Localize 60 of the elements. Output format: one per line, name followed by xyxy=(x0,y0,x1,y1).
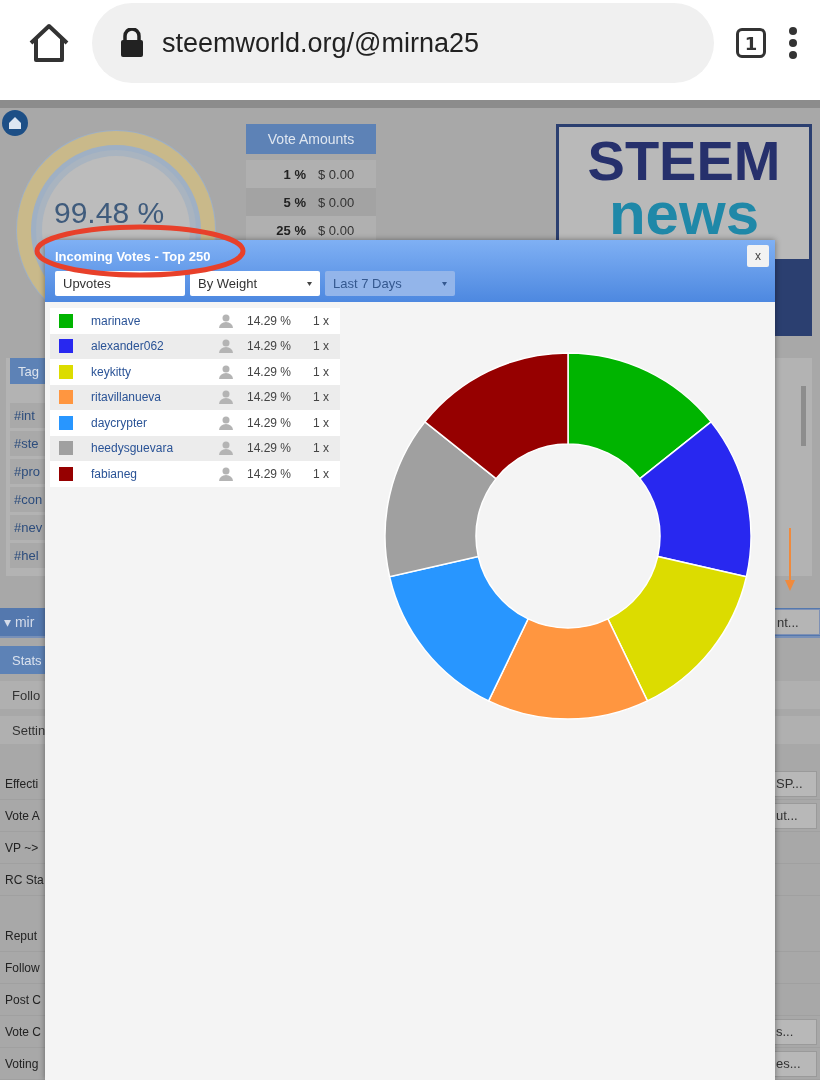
vote-count: 1 x xyxy=(313,364,329,379)
stat-label: Vote C xyxy=(5,1024,42,1039)
close-button[interactable]: x xyxy=(747,245,769,267)
vote-count: 1 x xyxy=(313,339,329,354)
voter-link[interactable]: fabianeg xyxy=(91,466,219,481)
home-button[interactable] xyxy=(2,110,28,136)
vote-count: 1 x xyxy=(313,466,329,481)
stat-label: Post C xyxy=(5,992,41,1007)
user-icon xyxy=(219,441,233,456)
vote-share: 14.29 % xyxy=(247,415,293,430)
vote-count: 1 x xyxy=(313,313,329,328)
vote-count: 1 x xyxy=(313,415,329,430)
tab-count-button[interactable]: 1 xyxy=(736,28,766,58)
vote-value: $ 0.00 xyxy=(318,166,355,182)
stat-label: VP ~> xyxy=(5,840,39,855)
vote-share: 14.29 % xyxy=(247,313,293,328)
voter-link[interactable]: ritavillanueva xyxy=(91,390,219,405)
scrollbar[interactable] xyxy=(801,386,806,446)
vote-percent: 5 % xyxy=(282,194,306,210)
stat-label: Vote A xyxy=(5,808,40,823)
stat-button[interactable]: SP... xyxy=(773,770,817,797)
stat-button[interactable]: es... xyxy=(773,1050,817,1077)
account-field[interactable]: nt... xyxy=(774,609,820,635)
stat-button[interactable]: ut... xyxy=(773,802,817,829)
voter-link[interactable]: keykitty xyxy=(91,364,219,379)
down-arrow-icon xyxy=(784,528,796,592)
user-icon xyxy=(219,313,233,328)
vote-share: 14.29 % xyxy=(247,390,293,405)
dialog-title: Incoming Votes - Top 250 xyxy=(54,248,211,264)
lock-icon xyxy=(120,28,144,58)
vote-percent: 25 % xyxy=(275,222,306,238)
address-bar[interactable]: steemworld.org/@mirna25 xyxy=(92,3,714,83)
vote-share: 14.29 % xyxy=(247,339,293,354)
voter-link[interactable]: daycrypter xyxy=(91,415,219,430)
voter-link[interactable]: alexander062 xyxy=(91,339,219,354)
stat-label: Follow xyxy=(5,960,40,975)
user-icon xyxy=(219,364,233,379)
stat-button[interactable]: s... xyxy=(773,1018,817,1045)
vote-share: 14.29 % xyxy=(247,441,293,456)
home-icon[interactable] xyxy=(28,23,70,63)
user-icon xyxy=(219,339,233,354)
user-icon xyxy=(219,390,233,405)
vote-percent: 1 % xyxy=(282,166,306,182)
vote-value: $ 0.00 xyxy=(318,194,355,210)
vote-share: 14.29 % xyxy=(247,466,293,481)
filter-dropdown[interactable]: By Weight xyxy=(190,271,320,296)
vote-count: 1 x xyxy=(313,390,329,405)
stat-label: Reput xyxy=(5,928,38,943)
home-icon[interactable] xyxy=(8,116,22,130)
vote-count: 1 x xyxy=(313,441,329,456)
user-icon xyxy=(219,415,233,430)
stat-label: Voting xyxy=(5,1056,39,1071)
voter-link[interactable]: heedysguevara xyxy=(91,441,219,456)
stat-label: RC Sta xyxy=(5,872,44,887)
vote-share: 14.29 % xyxy=(247,364,293,379)
vote-value: $ 0.00 xyxy=(318,222,355,238)
voter-link[interactable]: marinave xyxy=(91,313,219,328)
user-icon xyxy=(219,466,233,481)
stat-label: Effecti xyxy=(5,776,39,791)
more-menu-icon[interactable] xyxy=(788,26,798,60)
